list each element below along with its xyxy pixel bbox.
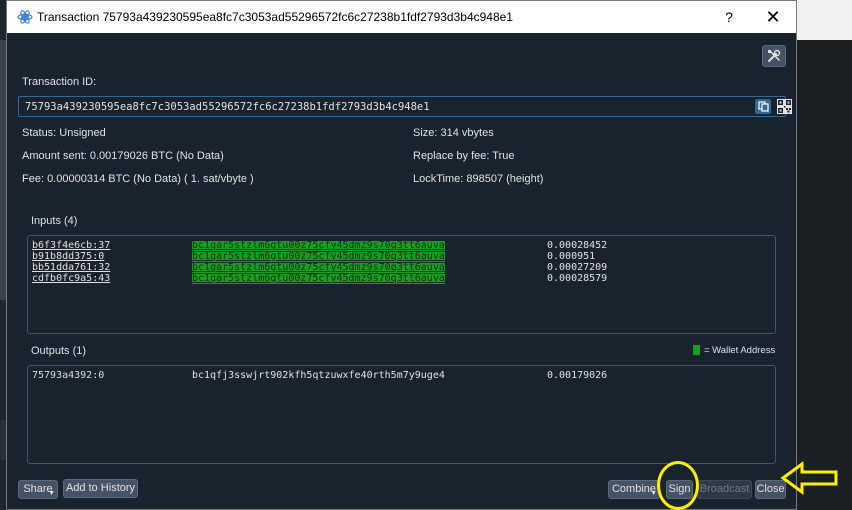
share-button[interactable]: Share ▼: [18, 480, 58, 499]
txid-label: Transaction ID:: [22, 76, 97, 88]
window-title: Transaction 75793a439230595ea8fc7c3053ad…: [37, 10, 513, 24]
wallet-address-legend: = Wallet Address: [693, 345, 775, 356]
size-text: Size: 314 vbytes: [413, 127, 494, 139]
app-logo-icon: [17, 10, 33, 24]
input-amount: 0.00027209: [547, 262, 608, 273]
output-address[interactable]: bc1qfj3sswjrt902kfh5qtzuwxfe40rth5m7y9ug…: [192, 371, 445, 381]
input-amount: 0.000951: [547, 251, 596, 262]
outputs-list[interactable]: 75793a4392:0 bc1qfj3sswjrt902kfh5qtzuwxf…: [27, 365, 776, 464]
input-address[interactable]: bc1qar5stzlm6gtu00z75cfy45dmz9s70q3tt6au…: [192, 263, 445, 273]
fee-text: Fee: 0.00000314 BTC (No Data) ( 1. sat/v…: [22, 173, 254, 185]
transaction-dialog: Transaction 75793a439230595ea8fc7c3053ad…: [6, 0, 797, 510]
copy-button[interactable]: [755, 99, 771, 114]
txid-value[interactable]: 75793a439230595ea8fc7c3053ad55296572fc6c…: [25, 101, 430, 113]
input-outpoint-link[interactable]: bb51dda761:32: [32, 263, 110, 273]
inputs-header: Inputs (4): [31, 215, 78, 227]
input-address[interactable]: bc1qar5stzlm6gtu00z75cfy45dmz9s70q3tt6au…: [192, 241, 445, 251]
copy-icon: [757, 101, 769, 112]
txid-field[interactable]: 75793a439230595ea8fc7c3053ad55296572fc6c…: [18, 96, 792, 117]
input-outpoint-link[interactable]: b6f3f4e6cb:37: [32, 241, 110, 251]
output-row[interactable]: 75793a4392:0 bc1qfj3sswjrt902kfh5qtzuwxf…: [28, 371, 775, 381]
output-amount: 0.00179026: [547, 370, 608, 381]
amount-sent-text: Amount sent: 0.00179026 BTC (No Data): [22, 150, 224, 162]
output-outpoint: 75793a4392:0: [32, 370, 105, 381]
background-right-panel: [797, 0, 852, 510]
broadcast-button[interactable]: Broadcast: [697, 480, 752, 499]
window-close-button[interactable]: ✕: [757, 5, 789, 29]
input-amount: 0.00028452: [547, 240, 608, 251]
annotation-circle: [657, 461, 699, 510]
status-text: Status: Unsigned: [22, 127, 106, 139]
outputs-header: Outputs (1): [31, 345, 87, 357]
combine-button[interactable]: Combine ▼: [608, 480, 660, 499]
input-row[interactable]: cdfb0fc9a5:43 bc1qar5stzlm6gtu00z75cfy45…: [28, 274, 775, 284]
input-amount: 0.00028579: [547, 273, 608, 284]
help-button[interactable]: ?: [719, 7, 739, 27]
input-address[interactable]: bc1qar5stzlm6gtu00z75cfy45dmz9s70q3tt6au…: [192, 252, 445, 262]
rbf-text: Replace by fee: True: [413, 150, 515, 162]
dropdown-caret-icon: ▼: [48, 490, 55, 497]
tools-button[interactable]: [762, 45, 786, 67]
qr-code-icon[interactable]: [777, 99, 792, 114]
input-row[interactable]: b6f3f4e6cb:37 bc1qar5stzlm6gtu00z75cfy45…: [28, 241, 775, 251]
input-outpoint-link[interactable]: b91b8dd375:0: [32, 252, 104, 262]
input-address[interactable]: bc1qar5stzlm6gtu00z75cfy45dmz9s70q3tt6au…: [192, 274, 445, 284]
input-outpoint-link[interactable]: cdfb0fc9a5:43: [32, 274, 110, 284]
legend-swatch: [693, 345, 700, 356]
annotation-arrow-icon: [780, 461, 838, 495]
inputs-list[interactable]: b6f3f4e6cb:37 bc1qar5stzlm6gtu00z75cfy45…: [27, 235, 776, 334]
legend-label: = Wallet Address: [704, 345, 776, 356]
locktime-text: LockTime: 898507 (height): [413, 173, 544, 185]
background-right-titlebar: [797, 0, 852, 40]
title-bar: Transaction 75793a439230595ea8fc7c3053ad…: [7, 1, 796, 33]
add-to-history-button[interactable]: Add to History: [63, 479, 138, 498]
dropdown-caret-icon: ▼: [650, 490, 657, 497]
input-row[interactable]: bb51dda761:32 bc1qar5stzlm6gtu00z75cfy45…: [28, 263, 775, 273]
input-row[interactable]: b91b8dd375:0 bc1qar5stzlm6gtu00z75cfy45d…: [28, 252, 775, 262]
tools-icon: [768, 49, 781, 62]
